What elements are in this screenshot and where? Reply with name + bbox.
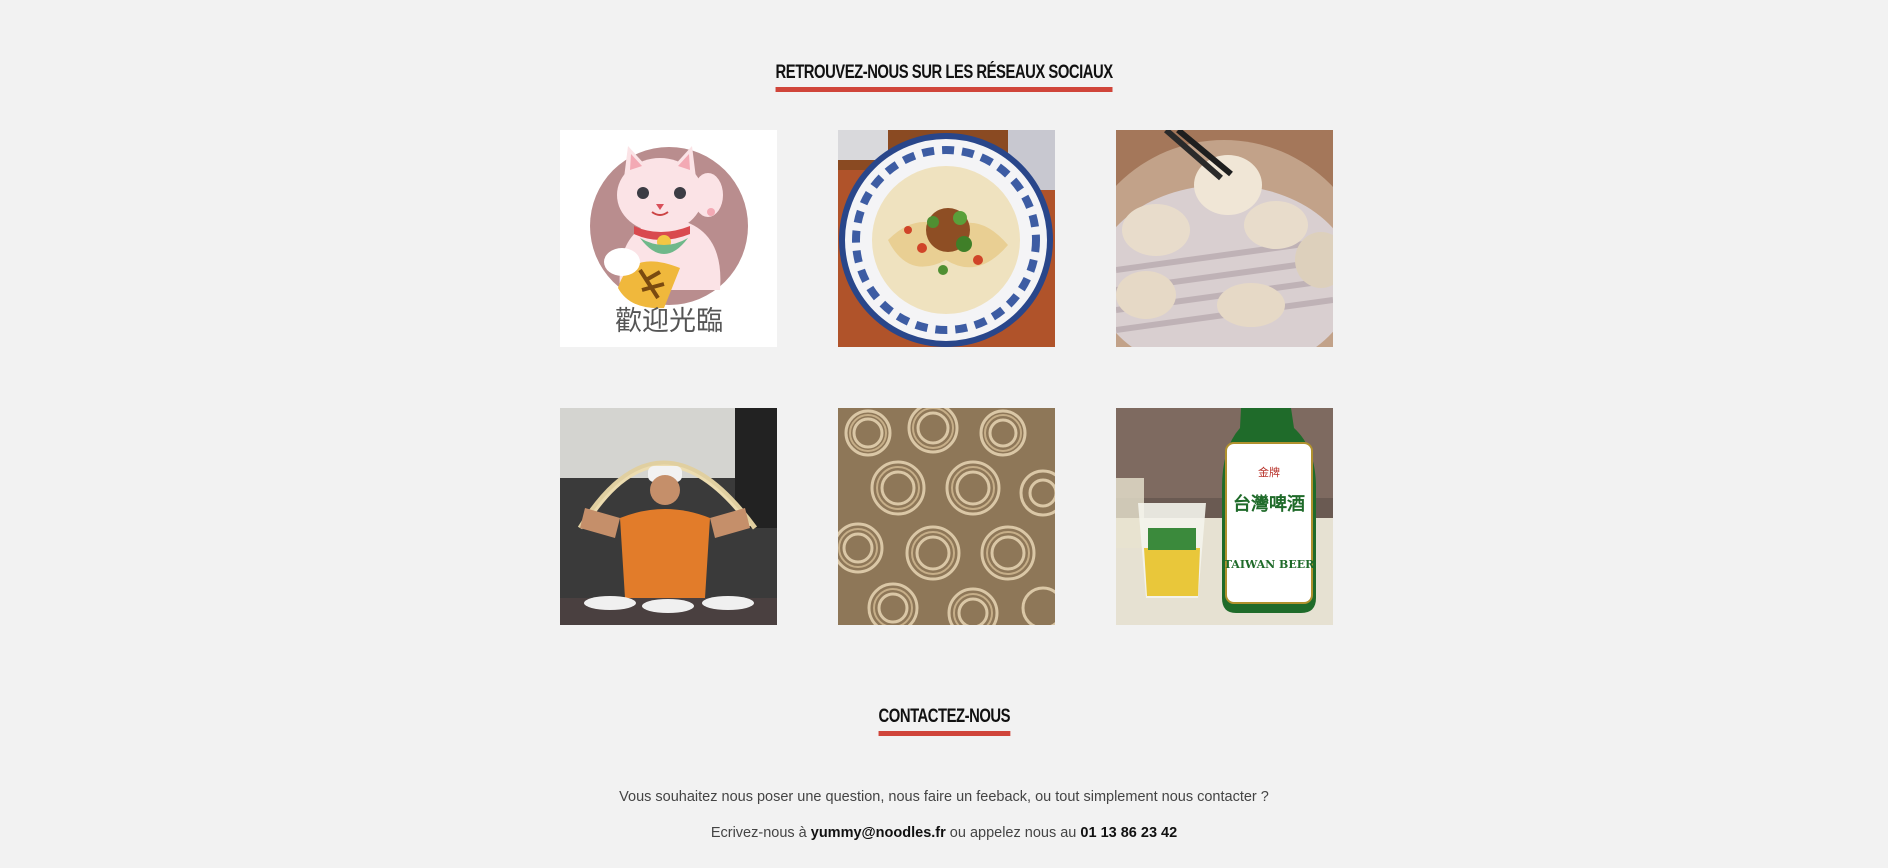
gallery-image-maneki-neko[interactable]: 歡迎光臨 — [560, 130, 777, 347]
noodle-chef-photo — [560, 408, 777, 625]
social-gallery: 歡迎光臨 金牌 台灣啤酒 TAIWAN BEER — [560, 130, 1333, 625]
dumplings-photo — [1116, 130, 1333, 347]
beer-label-top: 金牌 — [1258, 465, 1280, 479]
gallery-image-noodle-chef[interactable] — [560, 408, 777, 625]
gallery-image-raw-noodles[interactable] — [838, 408, 1055, 625]
contact-section-title: Contactez-nous — [878, 706, 1010, 736]
noodle-bowl-photo — [838, 130, 1055, 347]
contact-email-link[interactable]: yummy@noodles.fr — [811, 825, 946, 841]
contact-section-title-wrap: Contactez-nous — [0, 706, 1888, 736]
beer-label-brand: TAIWAN BEER — [1224, 558, 1315, 571]
gallery-image-taiwan-beer[interactable]: 金牌 台灣啤酒 TAIWAN BEER — [1116, 408, 1333, 625]
contact-intro-text: Vous souhaitez nous poser une question, … — [619, 789, 1269, 805]
gallery-image-dumplings[interactable] — [1116, 130, 1333, 347]
maneki-neko-illustration: 歡迎光臨 — [560, 130, 777, 347]
beer-label-main: 台灣啤酒 — [1233, 493, 1305, 515]
contact-phone-link[interactable]: 01 13 86 23 42 — [1080, 825, 1177, 841]
maneki-neko-caption: 歡迎光臨 — [615, 306, 723, 337]
social-section-title: Retrouvez-nous sur les réseaux sociaux — [775, 62, 1113, 92]
contact-details-line: Ecrivez-nous à yummy@noodles.fr ou appel… — [0, 825, 1888, 841]
gallery-image-noodle-bowl[interactable] — [838, 130, 1055, 347]
contact-write-prefix: Ecrivez-nous à — [710, 825, 807, 841]
social-section-title-wrap: Retrouvez-nous sur les réseaux sociaux — [0, 62, 1888, 92]
raw-noodles-photo — [838, 408, 1055, 625]
taiwan-beer-photo: 金牌 台灣啤酒 TAIWAN BEER — [1116, 408, 1333, 625]
contact-call-text: ou appelez nous au — [949, 825, 1077, 841]
